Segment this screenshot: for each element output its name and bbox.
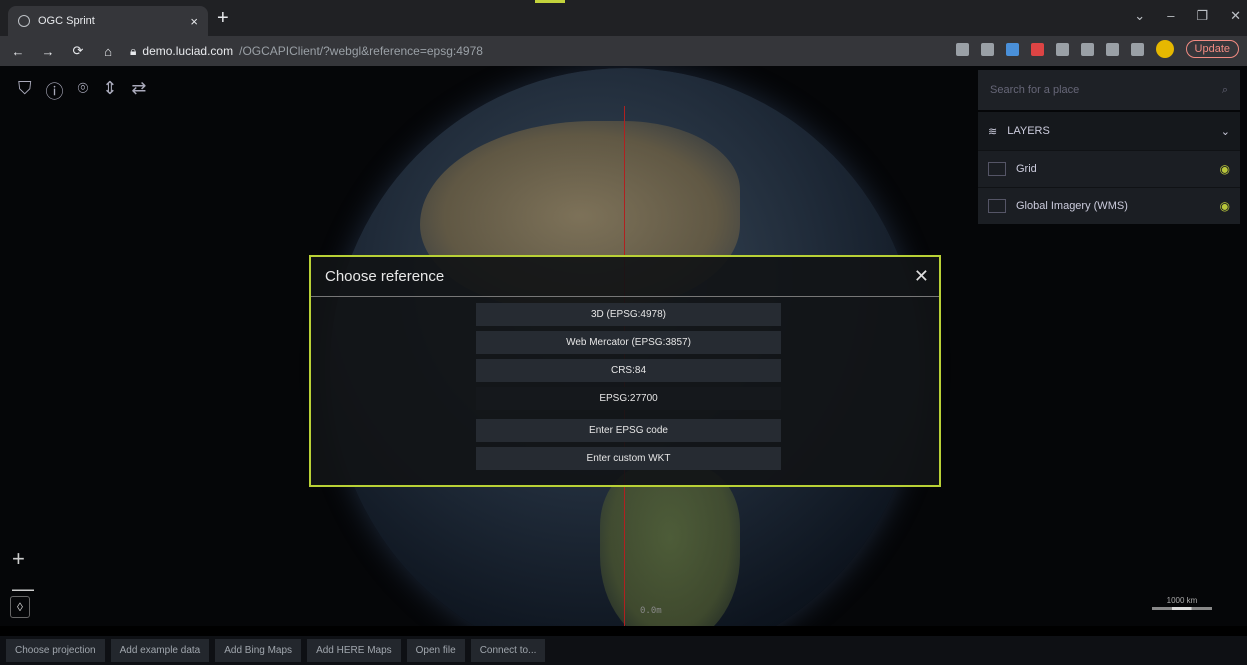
- add-bing-maps-button[interactable]: Add Bing Maps: [215, 639, 302, 662]
- choose-reference-dialog: Choose reference ✕ 3D (EPSG:4978) Web Me…: [309, 255, 941, 487]
- image-icon: [988, 199, 1006, 213]
- dialog-header: Choose reference ✕: [311, 257, 939, 297]
- url-host: demo.luciad.com: [142, 44, 234, 58]
- bookmark-star-icon[interactable]: [980, 42, 994, 56]
- layer-item-grid[interactable]: Grid ◉: [978, 150, 1240, 187]
- map-layer-icon[interactable]: ⛉: [18, 78, 32, 104]
- layers-stack-icon: ≋: [988, 125, 998, 138]
- update-button[interactable]: Update: [1185, 40, 1239, 58]
- tab-close-icon[interactable]: ×: [190, 14, 198, 29]
- tab-ogc-sprint[interactable]: OGC Sprint ×: [8, 6, 208, 36]
- lock-icon: 🔒︎: [130, 43, 137, 58]
- layer-label: Grid: [1016, 163, 1037, 175]
- scale-bar: 1000 km: [1152, 596, 1212, 610]
- extension-icon[interactable]: [1080, 42, 1094, 56]
- home-button[interactable]: ⌂: [100, 44, 116, 59]
- layers-panel: Search for a place ⌕ ≋ LAYERS ⌄ Grid ◉ G…: [978, 70, 1240, 224]
- tab-search-icon[interactable]: ⌄: [1134, 8, 1145, 24]
- address-bar: ← → ⟳ ⌂ 🔒︎ demo.luciad.com/OGCAPIClient/…: [0, 36, 1247, 66]
- layer-label: Global Imagery (WMS): [1016, 200, 1128, 212]
- fit-icon[interactable]: ⌾: [78, 78, 89, 104]
- option-epsg-27700-button[interactable]: EPSG:27700: [476, 387, 781, 410]
- layer-item-global-imagery[interactable]: Global Imagery (WMS) ◉: [978, 187, 1240, 224]
- url-field[interactable]: 🔒︎ demo.luciad.com/OGCAPIClient/?webgl&r…: [130, 44, 483, 59]
- land-africa-south: [600, 466, 740, 626]
- scale-label: 1000 km: [1166, 596, 1198, 605]
- window-controls: ⌄ – ❐ ✕: [1134, 8, 1241, 24]
- tab-title: OGC Sprint: [38, 15, 95, 27]
- option-crs84-button[interactable]: CRS:84: [476, 359, 781, 382]
- puzzle-icon[interactable]: [1105, 42, 1119, 56]
- layers-title: LAYERS: [1007, 125, 1050, 137]
- eye-icon[interactable]: ◉: [1220, 199, 1230, 213]
- grid-icon: [988, 162, 1006, 176]
- add-example-data-button[interactable]: Add example data: [110, 639, 210, 662]
- reload-button[interactable]: ⟳: [70, 43, 86, 59]
- layers-header[interactable]: ≋ LAYERS ⌄: [978, 112, 1240, 150]
- globe-icon: [18, 15, 30, 27]
- connect-to-button[interactable]: Connect to...: [470, 639, 546, 662]
- swap-icon[interactable]: ⇄: [131, 78, 146, 104]
- sidepanel-icon[interactable]: [1130, 42, 1144, 56]
- bottom-toolbar: Choose projection Add example data Add B…: [0, 636, 1247, 665]
- eye-icon[interactable]: ◉: [1220, 162, 1230, 176]
- dialog-title: Choose reference: [325, 268, 445, 285]
- search-input[interactable]: Search for a place: [990, 84, 1079, 96]
- forward-button[interactable]: →: [40, 44, 56, 59]
- open-file-button[interactable]: Open file: [406, 639, 465, 662]
- compass-icon[interactable]: ◊: [10, 596, 30, 618]
- add-here-maps-button[interactable]: Add HERE Maps: [307, 639, 401, 662]
- extension-icon[interactable]: [1055, 42, 1069, 56]
- search-icon[interactable]: ⌕: [1222, 84, 1228, 97]
- extension-icon[interactable]: [1005, 42, 1019, 56]
- zoom-controls: + —: [12, 546, 34, 602]
- minimize-button[interactable]: –: [1167, 8, 1174, 24]
- close-window-button[interactable]: ✕: [1230, 8, 1241, 24]
- option-epsg-4978-button[interactable]: 3D (EPSG:4978): [476, 303, 781, 326]
- extensions-area: Update: [955, 40, 1239, 58]
- enter-epsg-code-button[interactable]: Enter EPSG code: [476, 419, 781, 442]
- maximize-button[interactable]: ❐: [1196, 8, 1208, 24]
- reference-options: 3D (EPSG:4978) Web Mercator (EPSG:3857) …: [476, 303, 781, 475]
- share-icon[interactable]: [955, 42, 969, 56]
- enter-custom-wkt-button[interactable]: Enter custom WKT: [476, 447, 781, 470]
- altitude-readout: 0.0m: [640, 606, 662, 616]
- back-button[interactable]: ←: [10, 44, 26, 59]
- option-epsg-3857-button[interactable]: Web Mercator (EPSG:3857): [476, 331, 781, 354]
- accent-bar: [535, 0, 565, 3]
- new-tab-button[interactable]: +: [217, 8, 229, 28]
- vertical-icon[interactable]: ⇕: [102, 78, 117, 104]
- search-box[interactable]: Search for a place ⌕: [978, 70, 1240, 110]
- url-path: /OGCAPIClient/?webgl&reference=epsg:4978: [239, 44, 483, 58]
- profile-avatar[interactable]: [1155, 40, 1174, 58]
- map-toolbar: ⛉ ⓘ ⌾ ⇕ ⇄: [18, 78, 147, 104]
- chevron-down-icon[interactable]: ⌄: [1221, 125, 1230, 138]
- scale-bar-graphic: [1152, 607, 1212, 610]
- zoom-in-button[interactable]: +: [12, 546, 34, 572]
- info-icon[interactable]: ⓘ: [46, 78, 64, 104]
- extension-icon[interactable]: [1030, 42, 1044, 56]
- browser-tabstrip: OGC Sprint × + ⌄ – ❐ ✕: [0, 0, 1247, 36]
- choose-projection-button[interactable]: Choose projection: [6, 639, 105, 662]
- close-icon[interactable]: ✕: [914, 266, 929, 287]
